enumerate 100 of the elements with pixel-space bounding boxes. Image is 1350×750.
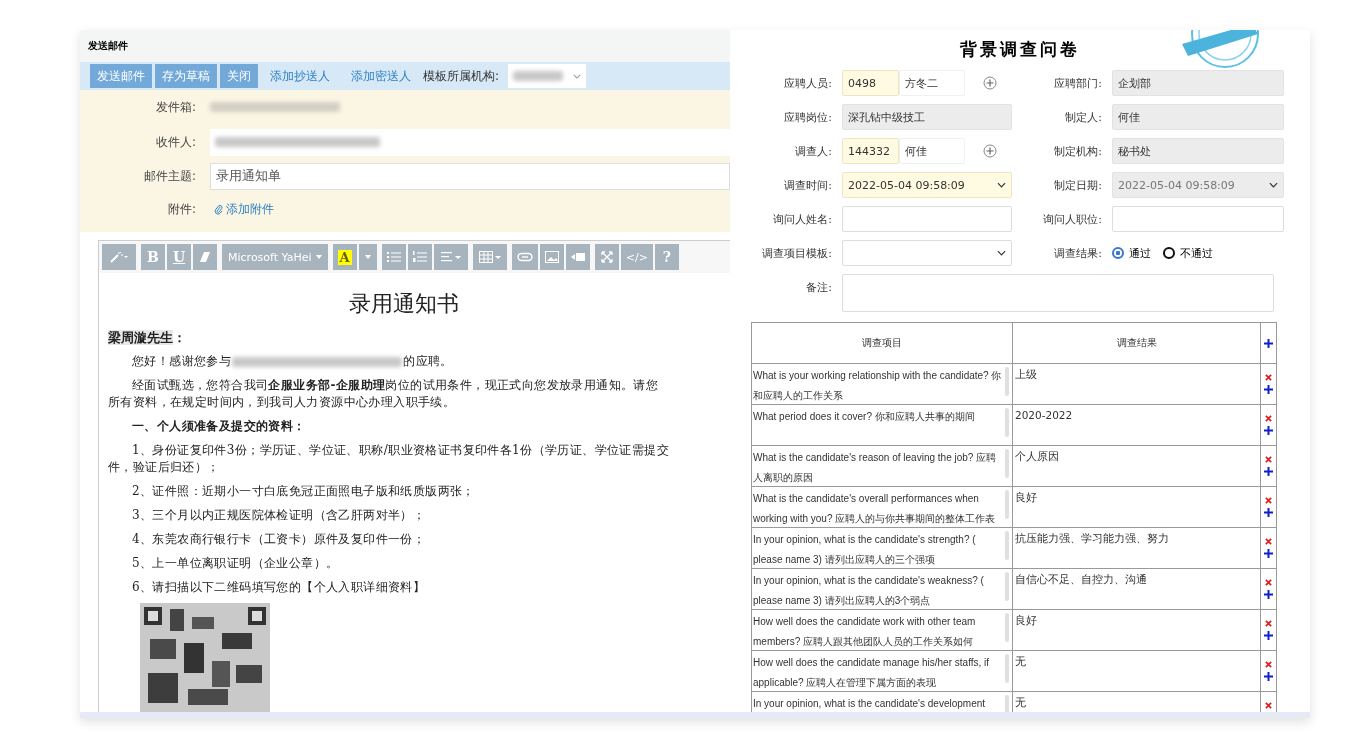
input-field[interactable] — [842, 206, 1012, 232]
chevron-down-icon — [573, 73, 582, 79]
add-icon[interactable] — [1264, 672, 1273, 681]
highlight-button[interactable]: A — [332, 244, 357, 270]
window-title: 发送邮件 — [80, 30, 730, 62]
code-field[interactable]: 0498 — [842, 70, 899, 96]
field-label: 调查人: — [795, 143, 832, 159]
table-cell: 良好 — [1013, 487, 1261, 528]
caret-icon — [315, 255, 322, 259]
add-icon[interactable] — [1264, 508, 1273, 517]
link-icon[interactable] — [511, 244, 538, 270]
paragraph: 2、证件照：近期小一寸白底免冠正面照电子版和纸质版两张； — [131, 483, 476, 500]
code-field[interactable]: 144332 — [842, 138, 899, 164]
field-label: 应聘岗位: — [784, 109, 832, 125]
paragraph: 3、三个月以内正规医院体检证明（含乙肝两对半）； — [131, 507, 427, 524]
table-cell-text: How well does the candidate manage his/her staffs, if applicable? 应聘人在管理下属方面的表现 — [753, 656, 991, 690]
delete-icon[interactable] — [1265, 374, 1272, 381]
delete-icon[interactable] — [1265, 579, 1272, 586]
field-label: 调查时间: — [784, 177, 832, 193]
table-cell-text: What is the candidate's reason of leaving the job? 应聘人离职的原因 — [753, 451, 998, 485]
colon-text: ： — [173, 330, 186, 345]
field-label: 制定人: — [1065, 109, 1102, 125]
field-label: 收件人: — [155, 133, 196, 151]
toolbar-link[interactable]: 添加密送人 — [342, 67, 420, 85]
magic-wand-icon[interactable] — [102, 244, 136, 270]
input-field[interactable]: 录用通知单 — [210, 162, 730, 190]
add-icon[interactable] — [1264, 549, 1273, 558]
table-cell-text: What period does it cover? 你和应聘人共事的期间 — [753, 410, 975, 424]
add-row-icon[interactable] — [1264, 338, 1273, 348]
input-field[interactable] — [210, 128, 730, 156]
toolbar-button[interactable]: 关闭 — [220, 64, 258, 88]
delete-icon[interactable] — [1265, 415, 1272, 422]
table-cell: 良好 — [1013, 610, 1261, 651]
recipient-name: 梁周漩先生 — [108, 330, 173, 345]
paragraph: 6、请扫描以下二维码填写您的【个人入职详细资料】 — [131, 579, 427, 596]
delete-icon[interactable] — [1265, 497, 1272, 504]
dropdown[interactable] — [508, 64, 587, 88]
add-icon[interactable] — [1264, 426, 1273, 435]
readonly-field: 深孔钻中级技工 — [842, 104, 1012, 130]
radio-option[interactable]: 不通过 — [1163, 245, 1213, 261]
attach-link[interactable]: 添加附件 — [210, 200, 278, 218]
document-title: 录用通知书 — [348, 290, 460, 318]
help-button[interactable]: ? — [654, 244, 679, 270]
font-dropdown[interactable]: Microsoft YaHei — [222, 244, 328, 270]
eraser-icon[interactable] — [193, 244, 217, 270]
field-label: 应聘人员: — [784, 75, 832, 91]
field-label: 模板所属机构: — [423, 67, 500, 85]
bold-button[interactable]: B — [141, 244, 165, 270]
bulleted-list-icon[interactable] — [381, 244, 406, 270]
field-label: 制定日期: — [1054, 177, 1102, 193]
fullscreen-icon[interactable] — [594, 244, 619, 270]
delete-icon[interactable] — [1265, 456, 1272, 463]
field-label: 邮件主题: — [143, 167, 196, 185]
delete-icon[interactable] — [1265, 702, 1272, 709]
paragraph: 4、东莞农商行银行卡（工资卡）原件及复印件一份； — [131, 531, 427, 548]
add-icon[interactable] — [1264, 631, 1273, 640]
paragraph: 您好！感谢您参与 — [132, 354, 232, 368]
chevron-down-icon — [997, 182, 1006, 188]
paragraph: 1、身份证复印件3份；学历证、学位证、职称/职业资格证书复印件各1份（学历证、学位证需提交 件，验证后归还）； — [108, 442, 670, 476]
paragraph: 经面试甄选，您符合我司企服业务部-企服助理岗位的试用条件，现正式向您发放录用通知。请您 所有资料，在规定时间内，到我司人力资源中心办理入职手续。 — [108, 377, 660, 411]
numbered-list-icon[interactable] — [407, 244, 432, 270]
field-label: 应聘部门: — [1054, 75, 1102, 91]
table-cell: 自信心不足、自控力、沟通 — [1013, 569, 1261, 610]
code-view-button[interactable]: </> — [620, 244, 653, 270]
readonly-field: 秘书处 — [1112, 138, 1284, 164]
add-icon[interactable] — [1264, 590, 1273, 599]
table-cell-text: In your opinion, what is the candidate's strength? ( please name 3) 请列出应聘人的三个强项 — [753, 533, 977, 567]
toolbar-button[interactable]: 存为草稿 — [155, 64, 217, 88]
align-icon[interactable] — [433, 244, 468, 270]
table-cell: 无 — [1013, 651, 1261, 692]
paragraph: 的应聘。 — [403, 354, 453, 368]
dropdown[interactable]: 2022-05-04 09:58:09 — [842, 172, 1012, 198]
toolbar-button[interactable]: 发送邮件 — [90, 64, 152, 88]
table-cell: 2020-2022 — [1013, 405, 1261, 446]
radio-option[interactable]: 通过 — [1112, 245, 1151, 261]
name-field[interactable]: 方冬二 — [899, 70, 965, 96]
readonly-field: 何佳 — [1112, 104, 1284, 130]
input-field[interactable] — [1112, 206, 1284, 232]
delete-icon[interactable] — [1265, 661, 1272, 668]
image-icon[interactable] — [539, 244, 564, 270]
table-cell-text: What is the candidate's overall performances when working with you? 应聘人的与你共事期间的整体工作表 — [753, 492, 997, 526]
dropdown[interactable] — [842, 240, 1012, 266]
table-icon[interactable] — [472, 244, 507, 270]
name-field[interactable]: 何佳 — [899, 138, 965, 164]
field-label: 询问人姓名: — [773, 211, 832, 227]
paperclip-icon — [214, 203, 223, 215]
toolbar-link[interactable]: 添加抄送人 — [261, 67, 339, 85]
form-title: 背景调查问卷 — [960, 38, 1080, 61]
caret-icon[interactable] — [358, 244, 377, 270]
field-label: 附件: — [167, 200, 196, 218]
table-cell: 抗压能力强、学习能力强、努力 — [1013, 528, 1261, 569]
delete-icon[interactable] — [1265, 538, 1272, 545]
video-icon[interactable] — [565, 244, 590, 270]
add-icon[interactable] — [1264, 467, 1273, 476]
delete-icon[interactable] — [1265, 620, 1272, 627]
add-icon[interactable] — [1264, 385, 1273, 394]
readonly-field: 企划部 — [1112, 70, 1284, 96]
underline-button[interactable]: U — [167, 244, 191, 270]
remarks-field[interactable] — [842, 274, 1274, 312]
field-label: 询问人职位: — [1043, 211, 1102, 227]
